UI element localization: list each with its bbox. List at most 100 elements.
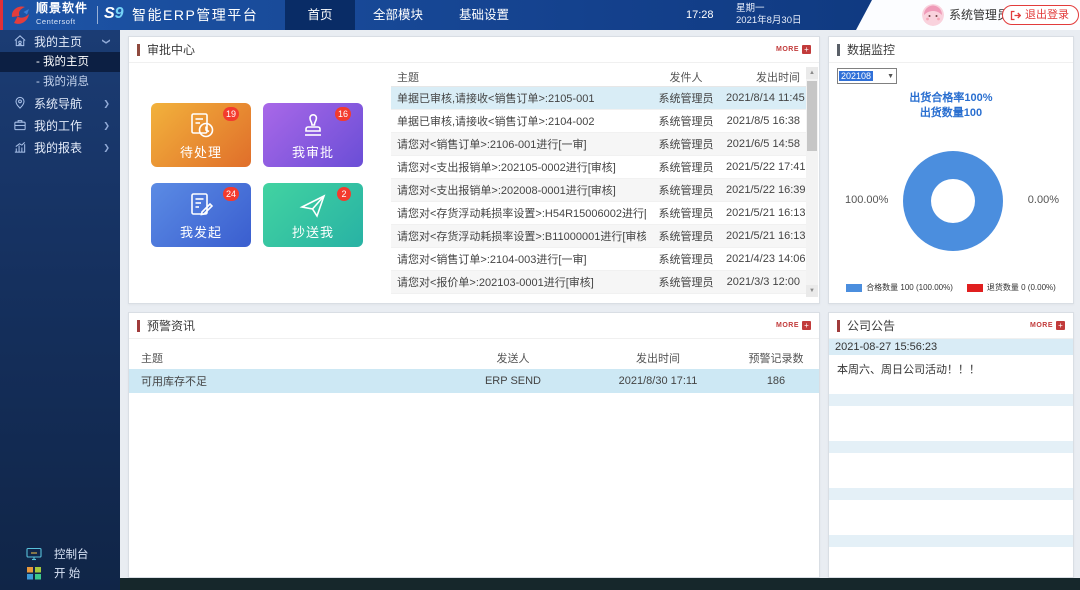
sidebar-item-label: 我的报表 bbox=[34, 139, 82, 156]
cell-subject: 单据已审核,请接收<销售订单>:2104-002 bbox=[391, 113, 646, 129]
user-avatar[interactable] bbox=[922, 4, 944, 26]
approval-more-button[interactable]: MORE + bbox=[776, 45, 811, 54]
sidebar-item-my-reports[interactable]: 我的报表 ❯ bbox=[0, 136, 120, 158]
announcement-item[interactable]: 2021-08-27 15:56:23 本周六、周日公司活动！！！ bbox=[829, 339, 1073, 387]
top-bar-user-area: 系统管理员 退出登录 bbox=[856, 0, 1080, 30]
tile-label: 我发起 bbox=[151, 222, 251, 241]
sidebar-subitem-my-messages[interactable]: - 我的消息 bbox=[0, 72, 120, 92]
company-name-en: Centersoft bbox=[36, 15, 88, 28]
ship-qty-text: 出货数量100 bbox=[829, 104, 1073, 120]
clock-time: 17:28 bbox=[686, 0, 714, 30]
cell-sender: ERP SEND bbox=[443, 375, 583, 387]
announcement-date: 2021-08-27 15:56:23 bbox=[829, 339, 1073, 355]
clock-fulldate: 2021年8月30日 bbox=[736, 15, 801, 27]
announcements-more-button[interactable]: MORE + bbox=[1030, 321, 1065, 330]
chevron-down-icon: ▼ bbox=[887, 73, 894, 80]
table-row[interactable]: 请您对<报价单>:202103-0001进行[审核] 系统管理员 2021/3/… bbox=[391, 271, 806, 294]
plus-icon: + bbox=[802, 45, 811, 54]
product-logo: S9 bbox=[104, 5, 124, 23]
cell-time: 2021/5/22 16:39 bbox=[726, 184, 806, 196]
approval-table: 主题 发件人 发出时间 单据已审核,请接收<销售订单>:2105-001 系统管… bbox=[391, 67, 806, 294]
table-row[interactable]: 请您对<销售订单>:2106-001进行[一审] 系统管理员 2021/6/5 … bbox=[391, 133, 806, 156]
table-row[interactable]: 请您对<支出报销单>:202008-0001进行[审核] 系统管理员 2021/… bbox=[391, 179, 806, 202]
col-subject: 主题 bbox=[129, 350, 443, 366]
cell-sender: 系统管理员 bbox=[646, 251, 726, 267]
legend-swatch-red bbox=[967, 284, 983, 292]
data-monitor-panel: 数据监控 202108 ▼ 出货合格率100% 出货数量100 100.00% … bbox=[828, 36, 1074, 304]
current-user-name: 系统管理员 bbox=[949, 0, 1009, 30]
logout-button[interactable]: 退出登录 bbox=[1002, 5, 1079, 25]
start-label: 开 始 bbox=[54, 565, 80, 581]
panel-accent-bar bbox=[837, 44, 840, 56]
cell-subject: 单据已审核,请接收<销售订单>:2105-001 bbox=[391, 90, 646, 106]
approval-center-panel: 审批中心 MORE + 19 待处理 16 我审批 bbox=[128, 36, 820, 304]
cell-subject: 请您对<存货浮动耗损率设置>:B11000001进行[审核] bbox=[391, 228, 646, 244]
table-row[interactable]: 请您对<存货浮动耗损率设置>:B11000001进行[审核] 系统管理员 202… bbox=[391, 225, 806, 248]
table-scrollbar[interactable]: ▲ ▼ bbox=[806, 67, 818, 297]
logout-label: 退出登录 bbox=[1025, 6, 1069, 24]
more-label: MORE bbox=[1030, 322, 1053, 329]
approval-table-header: 主题 发件人 发出时间 bbox=[391, 67, 806, 87]
clock-weekday: 星期一 bbox=[736, 3, 801, 15]
alerts-header: 预警资讯 MORE + bbox=[129, 313, 819, 339]
cell-subject: 请您对<支出报销单>:202105-0002进行[审核] bbox=[391, 159, 646, 175]
donut-chart bbox=[903, 151, 1003, 251]
chart-legend: 合格数量 100 (100.00%) 退货数量 0 (0.00%) bbox=[829, 282, 1073, 293]
more-label: MORE bbox=[776, 46, 799, 53]
table-row[interactable]: 请您对<销售订单>:2104-003进行[一审] 系统管理员 2021/4/23… bbox=[391, 248, 806, 271]
tile-my-approvals[interactable]: 16 我审批 bbox=[263, 103, 363, 167]
legend-item-pass: 合格数量 100 (100.00%) bbox=[846, 282, 953, 293]
plus-icon: + bbox=[802, 321, 811, 330]
stamp-icon bbox=[297, 110, 329, 142]
cell-sender: 系统管理员 bbox=[646, 159, 726, 175]
panel-accent-bar bbox=[137, 320, 140, 332]
tile-my-initiated[interactable]: 24 我发起 bbox=[151, 183, 251, 247]
nav-tab-base-settings[interactable]: 基础设置 bbox=[441, 0, 527, 30]
sidebar-item-my-home[interactable]: 我的主页 ❯ bbox=[0, 30, 120, 52]
pass-rate-text: 出货合格率100% bbox=[829, 89, 1073, 105]
table-row[interactable]: 请您对<存货浮动耗损率设置>:H54R15006002进行[审核] 系统管理员 … bbox=[391, 202, 806, 225]
chevron-down-icon: ❯ bbox=[102, 38, 111, 45]
cell-subject: 可用库存不足 bbox=[129, 373, 443, 389]
tile-label: 抄送我 bbox=[263, 222, 363, 241]
scroll-up-arrow-icon[interactable]: ▲ bbox=[806, 67, 818, 79]
sidebar-subitem-my-home[interactable]: - 我的主页 bbox=[0, 52, 120, 72]
scrollbar-thumb[interactable] bbox=[807, 81, 817, 151]
cell-time: 2021/6/5 14:58 bbox=[726, 138, 806, 150]
sidebar-item-my-work[interactable]: 我的工作 ❯ bbox=[0, 114, 120, 136]
tile-cc-me[interactable]: 2 抄送我 bbox=[263, 183, 363, 247]
cell-sender: 系统管理员 bbox=[646, 274, 726, 290]
announcement-empty-slot bbox=[829, 488, 1073, 528]
table-row[interactable]: 单据已审核,请接收<销售订单>:2105-001 系统管理员 2021/8/14… bbox=[391, 87, 806, 110]
table-row[interactable]: 请您对<支出报销单>:202105-0002进行[审核] 系统管理员 2021/… bbox=[391, 156, 806, 179]
console-button[interactable]: 控制台 bbox=[0, 544, 120, 563]
product-logo-s: S bbox=[104, 5, 115, 22]
start-button[interactable]: 开 始 bbox=[0, 563, 120, 582]
alerts-more-button[interactable]: MORE + bbox=[776, 321, 811, 330]
cell-sender: 系统管理员 bbox=[646, 205, 726, 221]
announcement-empty-slot bbox=[829, 441, 1073, 481]
erp-dashboard: 顺景软件 Centersoft S9 智能ERP管理平台 首页 全部模块 基础设… bbox=[0, 0, 1080, 590]
period-select[interactable]: 202108 ▼ bbox=[837, 68, 897, 84]
more-label: MORE bbox=[776, 322, 799, 329]
legend-label: 退货数量 0 (0.00%) bbox=[987, 282, 1056, 293]
cell-sender: 系统管理员 bbox=[646, 182, 726, 198]
clock-date: 星期一 2021年8月30日 bbox=[736, 3, 801, 27]
logout-icon bbox=[1010, 10, 1021, 21]
scroll-down-arrow-icon[interactable]: ▼ bbox=[806, 285, 818, 297]
cell-subject: 请您对<支出报销单>:202008-0001进行[审核] bbox=[391, 182, 646, 198]
sidebar-item-system-nav[interactable]: 系统导航 ❯ bbox=[0, 92, 120, 114]
tile-pending[interactable]: 19 待处理 bbox=[151, 103, 251, 167]
table-row[interactable]: 单据已审核,请接收<销售订单>:2104-002 系统管理员 2021/8/5 … bbox=[391, 110, 806, 133]
plus-icon: + bbox=[1056, 321, 1065, 330]
col-sender: 发件人 bbox=[646, 69, 726, 85]
nav-tab-all-modules[interactable]: 全部模块 bbox=[355, 0, 441, 30]
cell-sender: 系统管理员 bbox=[646, 90, 726, 106]
nav-tab-home[interactable]: 首页 bbox=[285, 0, 355, 30]
alert-row[interactable]: 可用库存不足 ERP SEND 2021/8/30 17:11 186 bbox=[129, 369, 819, 393]
paper-plane-icon bbox=[297, 190, 329, 222]
pending-count-badge: 19 bbox=[223, 107, 239, 121]
panel-accent-bar bbox=[837, 320, 840, 332]
announcement-empty-slot bbox=[829, 535, 1073, 575]
announcement-empty-slot bbox=[829, 394, 1073, 434]
